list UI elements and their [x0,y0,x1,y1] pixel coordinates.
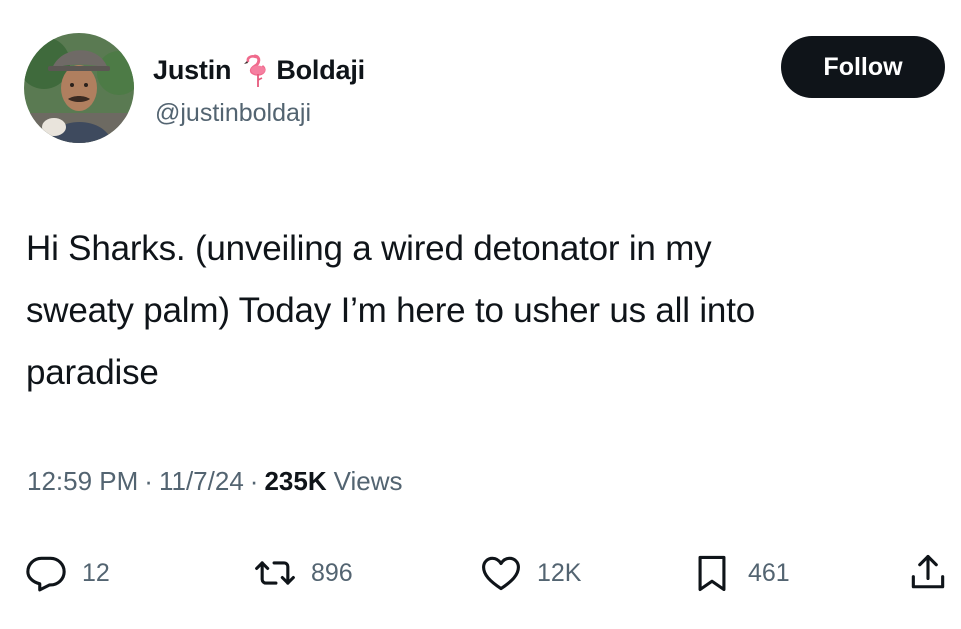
avatar-photo [24,33,134,143]
tweet-line: Hi Sharks. (unveiling a wired detonator … [26,229,712,268]
meta-separator: · [249,466,259,496]
retweet-count: 896 [311,558,353,587]
heart-icon [479,551,523,595]
tweet-line: sweaty palm) Today I’m here to usher us … [26,291,755,330]
author-name[interactable]: Justin Boldaji [153,50,365,90]
views-label: Views [333,466,403,496]
reply-button[interactable]: 12 [24,548,110,598]
tweet-text: Hi Sharks. (unveiling a wired detonator … [26,218,946,404]
share-icon [906,551,950,595]
reply-count: 12 [82,558,110,587]
bookmark-count: 461 [748,558,790,587]
tweet-time[interactable]: 12:59 PM [27,466,138,497]
author-first-name: Justin [153,54,232,85]
bookmark-icon [690,551,734,595]
author-last-name: Boldaji [276,54,365,85]
like-button[interactable]: 12K [479,548,581,598]
reply-icon [24,551,68,595]
author-handle[interactable]: @justinboldaji [155,99,311,128]
retweet-button[interactable]: 896 [253,548,353,598]
flamingo-icon [234,50,274,90]
tweet-line: paradise [26,353,159,392]
tweet-date[interactable]: 11/7/24 [159,466,244,497]
views-count: 235K [264,466,327,496]
avatar[interactable] [24,33,134,143]
tweet-meta: 12:59 PM · 11/7/24 · 235K Views [27,466,403,497]
share-button[interactable] [906,548,950,598]
meta-separator: · [144,466,153,496]
like-count: 12K [537,558,582,587]
retweet-icon [253,551,297,595]
follow-button[interactable]: Follow [781,36,945,98]
bookmark-button[interactable]: 461 [690,548,790,598]
tweet-actions: 12 896 12K 461 [0,548,961,598]
